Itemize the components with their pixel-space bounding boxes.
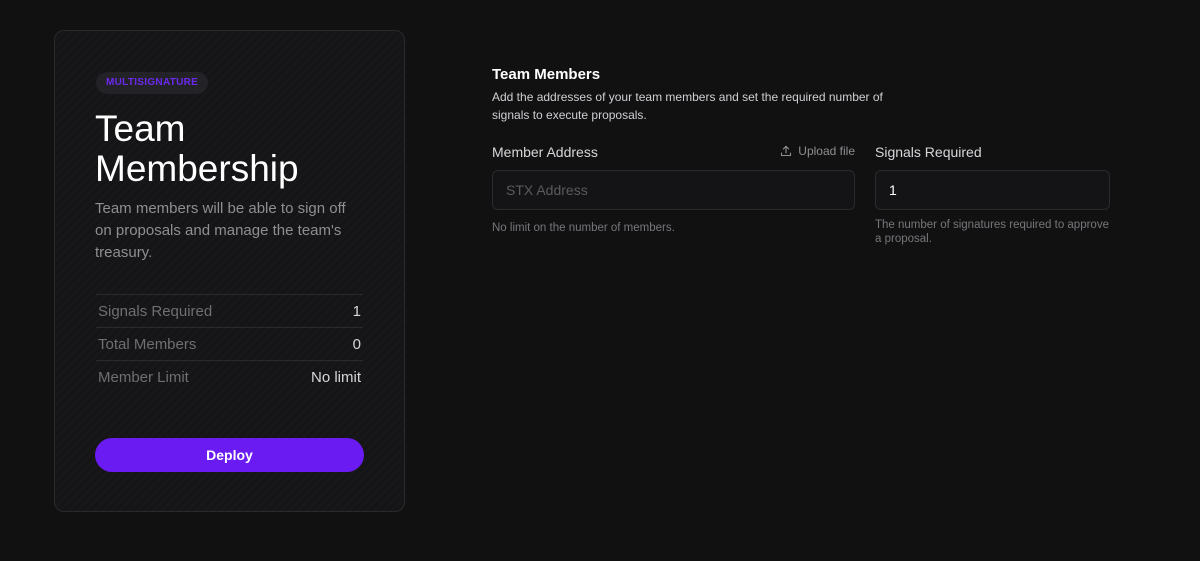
- summary-stats: Signals Required 1 Total Members 0 Membe…: [96, 294, 363, 393]
- team-membership-card: MULTISIGNATURE Team Membership Team memb…: [54, 30, 405, 512]
- signals-required-input[interactable]: [875, 170, 1110, 210]
- stat-label: Total Members: [98, 335, 197, 353]
- team-members-section: Team Members Add the addresses of your t…: [492, 66, 1112, 245]
- upload-file-button[interactable]: Upload file: [780, 144, 855, 158]
- deploy-button[interactable]: Deploy: [95, 438, 364, 472]
- signals-required-label: Signals Required: [875, 144, 982, 160]
- stat-value: No limit: [310, 368, 361, 386]
- upload-file-label: Upload file: [798, 144, 855, 158]
- member-address-field: Member Address Upload file No limit on t…: [492, 144, 855, 235]
- section-description: Add the addresses of your team members a…: [492, 90, 883, 122]
- upload-icon: [780, 145, 792, 157]
- card-title: Team Membership: [95, 108, 299, 189]
- stat-row-total-members: Total Members 0: [96, 327, 363, 360]
- stat-row-signals-required: Signals Required 1: [96, 294, 363, 327]
- signals-required-help: The number of signatures required to app…: [875, 219, 1109, 245]
- card-description: Team members will be able to sign off on…: [95, 200, 346, 261]
- multisignature-badge: MULTISIGNATURE: [96, 72, 209, 94]
- stat-row-member-limit: Member Limit No limit: [96, 360, 363, 393]
- signals-required-field: Signals Required The number of signature…: [875, 144, 1110, 246]
- stat-label: Signals Required: [98, 302, 213, 320]
- member-address-input[interactable]: [492, 170, 855, 210]
- stat-label: Member Limit: [98, 368, 189, 386]
- section-title: Team Members: [492, 66, 601, 83]
- stat-value: 1: [352, 302, 361, 320]
- stat-value: 0: [352, 335, 361, 353]
- member-address-help: No limit on the number of members.: [492, 222, 675, 234]
